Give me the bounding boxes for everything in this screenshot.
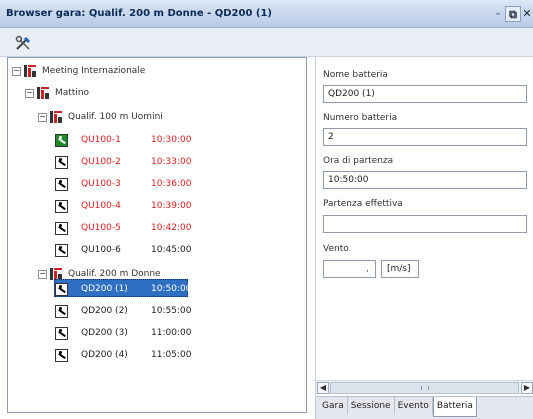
heat-name: QU100-3 xyxy=(81,179,121,189)
tree-node-heat-selected[interactable]: QD200 (1) 10:50:00 xyxy=(55,280,211,298)
tab-sessione[interactable]: Sessione xyxy=(348,397,395,415)
properties-panel: Nome batteria QD200 (1) Numero batteria … xyxy=(315,57,533,419)
runner-icon xyxy=(55,155,68,169)
horizontal-scrollbar[interactable]: ◀ ▶ xyxy=(316,380,533,394)
tree-node-event[interactable]: − Qualif. 100 m Uomini xyxy=(38,108,163,126)
toolbar xyxy=(0,28,533,57)
scroll-right-icon[interactable]: ▶ xyxy=(521,382,533,394)
event-label: Qualif. 100 m Uomini xyxy=(68,112,163,122)
tab-strip: Gara Sessione Evento Batteria xyxy=(316,396,533,419)
close-button[interactable]: ✕ xyxy=(519,6,533,22)
heat-name: QU100-6 xyxy=(81,245,121,255)
tree-node-heat[interactable]: QU100-2 10:33:00 xyxy=(55,153,211,171)
heat-name: QD200 (2) xyxy=(81,306,128,316)
scroll-thumb[interactable] xyxy=(330,382,519,394)
runner-icon xyxy=(55,243,68,257)
session-label: Mattino xyxy=(55,88,90,98)
meeting-icon xyxy=(23,64,37,78)
heat-time: 10:30:00 xyxy=(151,135,192,145)
tree-node-heat[interactable]: QD200 (4) 11:05:00 xyxy=(55,346,211,364)
ora-partenza-label: Ora di partenza xyxy=(323,156,394,166)
heat-name: QU100-2 xyxy=(81,157,121,167)
event-icon xyxy=(49,110,63,124)
numero-batteria-field[interactable]: 2 xyxy=(323,128,527,146)
runner-icon xyxy=(55,326,68,340)
partenza-effettiva-field[interactable] xyxy=(323,215,527,233)
heat-time: 11:05:00 xyxy=(151,350,192,360)
nome-batteria-field[interactable]: QD200 (1) xyxy=(323,85,527,103)
runner-icon xyxy=(55,282,68,296)
heat-time: 10:50:00 xyxy=(151,284,192,294)
heat-time: 10:45:00 xyxy=(151,245,192,255)
meeting-label: Meeting Internazionale xyxy=(42,66,146,76)
scroll-left-icon[interactable]: ◀ xyxy=(317,382,329,394)
event-label: Qualif. 200 m Donne xyxy=(68,269,161,279)
runner-icon xyxy=(55,221,68,235)
nome-batteria-label: Nome batteria xyxy=(323,70,388,80)
heat-time: 10:36:00 xyxy=(151,179,192,189)
heat-time: 10:42:00 xyxy=(151,223,192,233)
runner-icon xyxy=(55,177,68,191)
runner-icon xyxy=(55,348,68,362)
heat-time: 10:55:00 xyxy=(151,306,192,316)
heat-time: 10:39:00 xyxy=(151,201,192,211)
tools-icon[interactable] xyxy=(14,34,32,52)
tree-node-heat[interactable]: QU100-5 10:42:00 xyxy=(55,219,211,237)
tree-node-meeting[interactable]: − Meeting Internazionale xyxy=(12,62,145,80)
tree-node-heat[interactable]: QU100-1 10:30:00 xyxy=(55,131,211,149)
partenza-effettiva-label: Partenza effettiva xyxy=(323,199,403,209)
heat-time: 11:00:00 xyxy=(151,328,192,338)
collapse-icon[interactable]: − xyxy=(38,112,47,122)
grip-icon xyxy=(421,386,429,390)
tree-node-heat[interactable]: QU100-4 10:39:00 xyxy=(55,197,211,215)
runner-icon xyxy=(55,133,68,147)
collapse-icon[interactable]: − xyxy=(25,88,34,98)
tree-node-heat[interactable]: QU100-3 10:36:00 xyxy=(55,175,211,193)
tab-gara[interactable]: Gara xyxy=(319,397,348,415)
tree-node-heat[interactable]: QD200 (2) 10:55:00 xyxy=(55,302,211,320)
tree-node-heat[interactable]: QD200 (3) 11:00:00 xyxy=(55,324,211,342)
collapse-icon[interactable]: − xyxy=(38,269,47,279)
title-bar: Browser gara: Qualif. 200 m Donne - QD20… xyxy=(0,0,533,28)
vento-field[interactable]: , xyxy=(323,260,376,278)
heat-name: QD200 (1) xyxy=(81,284,128,294)
heat-name: QU100-1 xyxy=(81,135,121,145)
heat-name: QU100-5 xyxy=(81,223,121,233)
tab-batteria[interactable]: Batteria xyxy=(432,397,477,417)
ora-partenza-field[interactable]: 10:50:00 xyxy=(323,171,527,189)
runner-icon xyxy=(55,304,68,318)
vento-unit: [m/s] xyxy=(381,260,419,278)
session-icon xyxy=(36,86,50,100)
tree-node-session[interactable]: − Mattino xyxy=(25,84,89,102)
collapse-icon[interactable]: − xyxy=(12,66,21,76)
vento-label: Vento xyxy=(323,244,349,254)
window-title: Browser gara: Qualif. 200 m Donne - QD20… xyxy=(6,8,273,19)
runner-icon xyxy=(55,199,68,213)
minimize-button[interactable]: - xyxy=(490,6,506,22)
numero-batteria-label: Numero batteria xyxy=(323,113,398,123)
tab-evento[interactable]: Evento xyxy=(395,397,433,415)
heat-name: QD200 (4) xyxy=(81,350,128,360)
race-tree[interactable]: − Meeting Internazionale − Mattino − Qua… xyxy=(7,57,307,413)
heat-name: QU100-4 xyxy=(81,201,121,211)
tree-node-heat[interactable]: QU100-6 10:45:00 xyxy=(55,241,211,259)
heat-name: QD200 (3) xyxy=(81,328,128,338)
heat-time: 10:33:00 xyxy=(151,157,192,167)
